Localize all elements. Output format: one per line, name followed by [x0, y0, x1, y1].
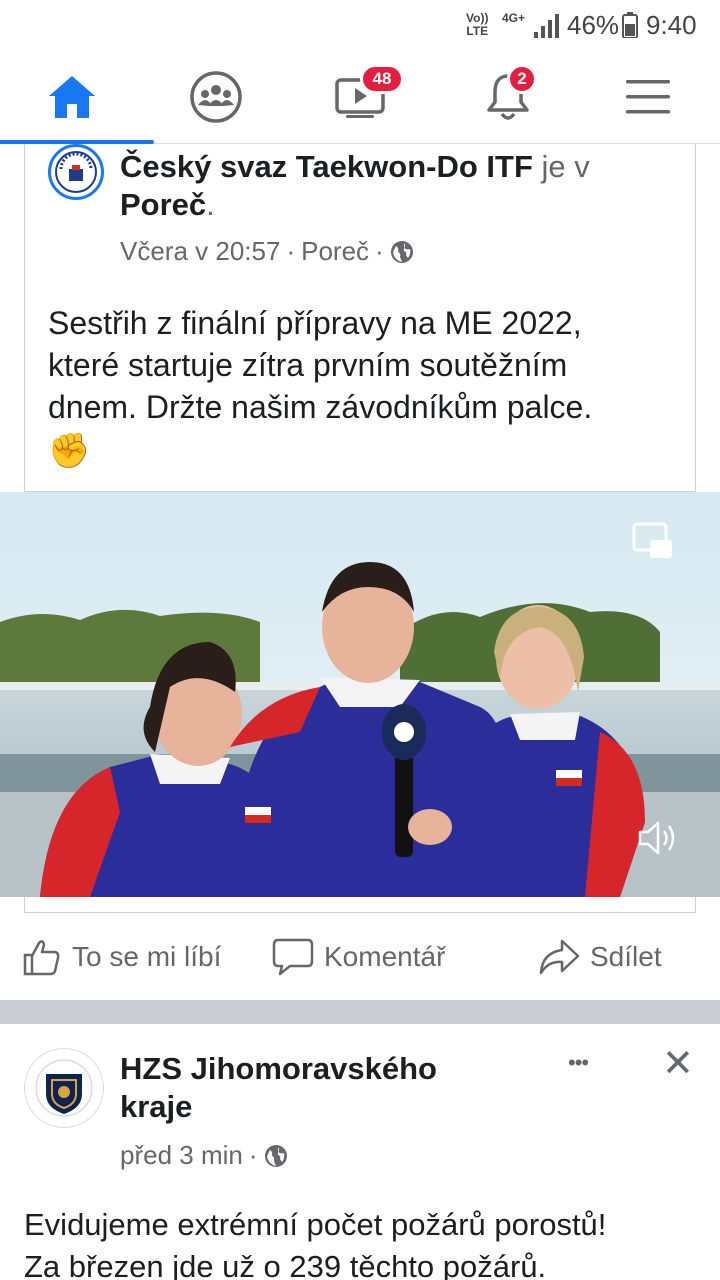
video-player[interactable]: [0, 492, 720, 897]
tab-watch[interactable]: 48: [310, 52, 410, 142]
battery-icon: [622, 12, 638, 38]
groups-icon: [190, 71, 242, 123]
tab-home[interactable]: [0, 52, 154, 144]
taekwondo-logo-icon: [55, 151, 97, 193]
share-button[interactable]: Sdílet: [538, 913, 662, 1001]
volte-indicator: Vo)) LTE: [466, 11, 489, 38]
feed-divider: [0, 1000, 720, 1024]
status-bar: Vo)) LTE 4G+ 46% 9:40: [0, 0, 720, 52]
tab-menu[interactable]: [598, 52, 698, 142]
page-avatar[interactable]: [24, 1048, 104, 1128]
comment-button[interactable]: Komentář: [272, 913, 445, 1001]
connector-text: je v: [541, 149, 590, 184]
more-options-button[interactable]: •••: [568, 1050, 589, 1076]
post-meta: před 3 min ·: [120, 1140, 288, 1171]
post-text: Evidujeme extrémní počet požárů porostů!…: [24, 1207, 607, 1280]
page-avatar[interactable]: [48, 144, 104, 200]
post-meta: Včera v 20:57 · Poreč ·: [120, 236, 414, 267]
comment-icon: [272, 938, 314, 976]
like-label: To se mi líbí: [72, 941, 222, 972]
post-place: Poreč: [301, 236, 370, 266]
post-time[interactable]: Včera v 20:57: [120, 236, 280, 267]
post-author: Český svaz Taekwon-Do ITF je v Poreč.: [120, 149, 590, 222]
post-actions: To se mi líbí Komentář Sdílet: [0, 913, 720, 1001]
thumbs-up-icon: [23, 940, 60, 976]
share-label: Sdílet: [590, 941, 662, 972]
like-button[interactable]: To se mi líbí: [22, 913, 221, 1001]
menu-icon: [626, 80, 670, 114]
signal-icon: [534, 14, 559, 38]
globe-icon: [264, 1144, 287, 1167]
network-type: 4G+: [502, 11, 526, 25]
volume-icon[interactable]: [636, 818, 680, 858]
post-text: Sestřih z finální přípravy na ME 2022, k…: [48, 302, 688, 474]
post-author[interactable]: HZS Jihomoravského kraje: [120, 1050, 560, 1126]
feed-post: HZS Jihomoravského kraje ••• ✕ před 3 mi…: [0, 1024, 720, 1280]
tab-groups[interactable]: [166, 52, 266, 142]
clock: 9:40: [646, 10, 697, 40]
globe-icon: [390, 240, 413, 263]
share-icon: [539, 939, 580, 975]
fire-rescue-emblem-icon: [35, 1059, 93, 1117]
home-icon: [49, 76, 95, 118]
picture-in-picture-icon[interactable]: [632, 522, 674, 562]
author-name-link[interactable]: Český svaz Taekwon-Do ITF: [120, 149, 533, 184]
top-navigation: 48 2: [0, 52, 720, 144]
watch-badge: 48: [360, 64, 404, 94]
close-post-button[interactable]: ✕: [662, 1044, 694, 1084]
video-bottom-frame: [24, 897, 696, 913]
video-frame: [0, 492, 720, 897]
tab-notifications[interactable]: 2: [458, 52, 558, 142]
comment-label: Komentář: [324, 941, 446, 972]
location-link[interactable]: Poreč: [120, 187, 206, 222]
notifications-badge: 2: [507, 64, 537, 94]
fist-emoji: ✊: [48, 432, 91, 470]
post-time[interactable]: před 3 min: [120, 1140, 243, 1171]
battery-percent: 46%: [567, 10, 620, 40]
